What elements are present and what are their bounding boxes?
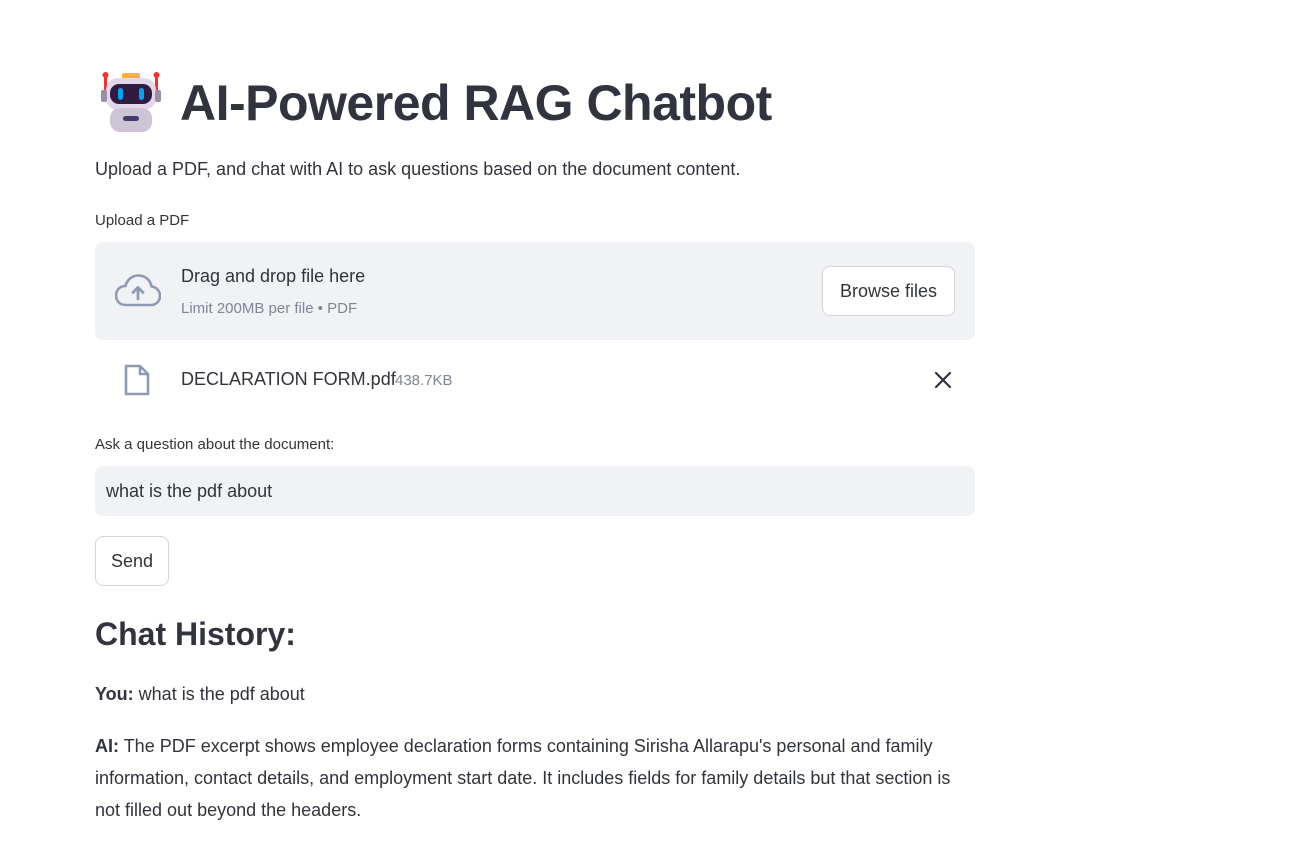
- uploaded-file-row: DECLARATION FORM.pdf 438.7KB: [95, 360, 975, 400]
- message-text: what is the pdf about: [138, 684, 305, 704]
- browse-files-button[interactable]: Browse files: [822, 266, 955, 316]
- chat-history-heading: Chat History:: [95, 616, 296, 652]
- chat-message-ai: AI: The PDF excerpt shows employee decla…: [95, 730, 975, 826]
- page-subtitle: Upload a PDF, and chat with AI to ask qu…: [95, 159, 741, 179]
- message-text: The PDF excerpt shows employee declarati…: [95, 736, 951, 820]
- file-dropzone[interactable]: Drag and drop file here Limit 200MB per …: [95, 242, 975, 340]
- cloud-upload-icon: [115, 274, 161, 307]
- message-speaker: AI:: [95, 736, 119, 756]
- robot-icon: [101, 72, 161, 132]
- close-icon[interactable]: [931, 368, 955, 392]
- page-title: AI-Powered RAG Chatbot: [180, 75, 772, 131]
- dropzone-limit-text: Limit 200MB per file • PDF: [181, 300, 358, 317]
- chat-message-user: You: what is the pdf about: [95, 678, 975, 710]
- message-speaker: You:: [95, 684, 134, 704]
- question-label: Ask a question about the document:: [95, 436, 335, 453]
- send-button[interactable]: Send: [95, 536, 169, 586]
- page-header: AI-Powered RAG Chatbot: [100, 70, 772, 136]
- uploaded-file-size: 438.7KB: [395, 372, 453, 389]
- uploaded-file-name: DECLARATION FORM.pdf: [181, 369, 396, 389]
- question-input[interactable]: [95, 466, 975, 516]
- upload-label: Upload a PDF: [95, 212, 190, 229]
- dropzone-title: Drag and drop file here: [181, 266, 366, 286]
- file-icon: [124, 364, 150, 396]
